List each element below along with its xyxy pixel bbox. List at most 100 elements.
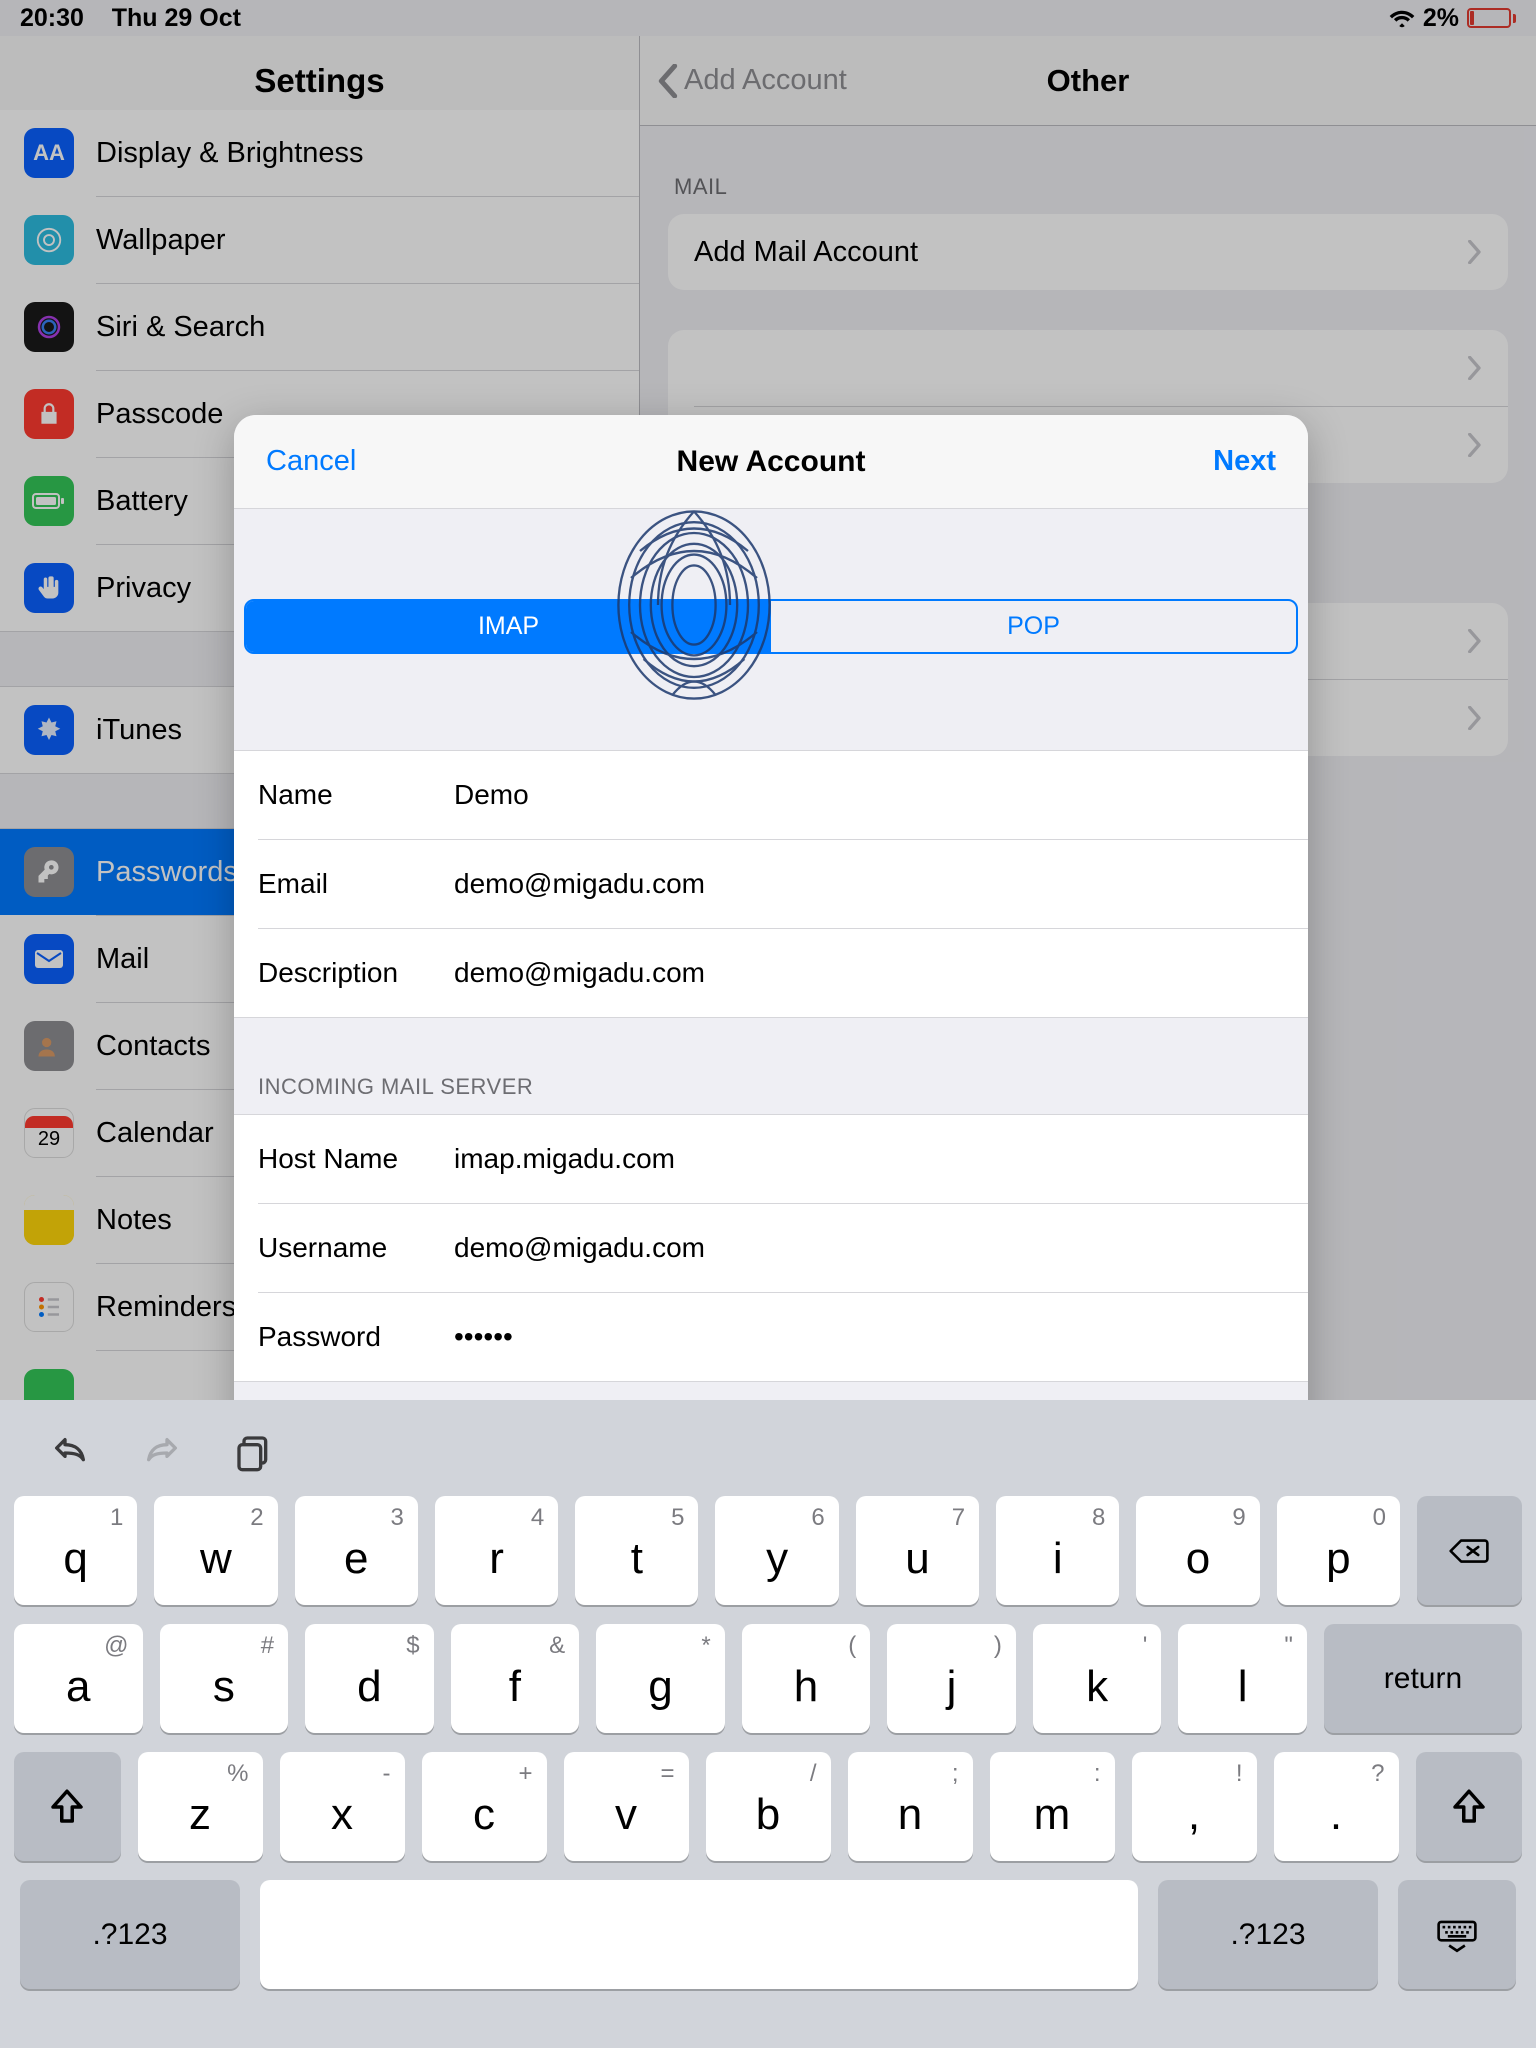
- description-label: Description: [258, 957, 454, 989]
- key-shift-left[interactable]: [14, 1752, 120, 1861]
- sidebar-item-label: Battery: [96, 487, 188, 516]
- name-value[interactable]: Demo: [454, 779, 529, 811]
- keyboard-toolbar: [0, 1418, 1536, 1488]
- host-value[interactable]: imap.migadu.com: [454, 1143, 675, 1175]
- section-header-mail: MAIL: [640, 126, 1536, 214]
- sidebar-item-label: Mail: [96, 945, 149, 974]
- key-o[interactable]: 9o: [1136, 1496, 1259, 1605]
- status-time: 20:30: [20, 4, 84, 32]
- key-b[interactable]: /b: [706, 1752, 831, 1861]
- battery-percent: 2%: [1423, 4, 1459, 33]
- key-comma[interactable]: !,: [1132, 1752, 1257, 1861]
- key-f[interactable]: &f: [451, 1624, 580, 1733]
- key-p[interactable]: 0p: [1277, 1496, 1400, 1605]
- username-row[interactable]: Username demo@migadu.com: [234, 1204, 1308, 1292]
- row-label: Add Mail Account: [694, 236, 918, 269]
- detail-header: Add Account Other: [640, 36, 1536, 126]
- settings-title: Settings: [254, 62, 384, 100]
- back-label: Add Account: [684, 64, 847, 97]
- undo-button[interactable]: [48, 1433, 92, 1473]
- email-row[interactable]: Email demo@migadu.com: [234, 840, 1308, 928]
- cancel-button[interactable]: Cancel: [266, 445, 356, 478]
- display-icon: AA: [24, 128, 74, 178]
- sidebar-item-label: Reminders: [96, 1293, 236, 1322]
- key-i[interactable]: 8i: [996, 1496, 1119, 1605]
- add-mail-account-row[interactable]: Add Mail Account: [668, 214, 1508, 290]
- key-shift-right[interactable]: [1416, 1752, 1522, 1861]
- back-button[interactable]: Add Account: [640, 64, 847, 98]
- key-u[interactable]: 7u: [856, 1496, 979, 1605]
- key-x[interactable]: -x: [280, 1752, 405, 1861]
- sidebar-item-label: Passwords: [96, 858, 238, 887]
- sidebar-item-label: Privacy: [96, 574, 191, 603]
- key-w[interactable]: 2w: [154, 1496, 277, 1605]
- key-k[interactable]: 'k: [1033, 1624, 1162, 1733]
- key-g[interactable]: *g: [596, 1624, 725, 1733]
- sidebar-item-label: Calendar: [96, 1119, 214, 1148]
- key-t[interactable]: 5t: [575, 1496, 698, 1605]
- tab-imap[interactable]: IMAP: [246, 601, 771, 652]
- sidebar-item-label: iTunes: [96, 716, 182, 745]
- wallpaper-icon: [24, 215, 74, 265]
- clipboard-button[interactable]: [232, 1433, 276, 1473]
- key-numbers-left[interactable]: .?123: [20, 1880, 240, 1989]
- key-z[interactable]: %z: [138, 1752, 263, 1861]
- host-row[interactable]: Host Name imap.migadu.com: [234, 1115, 1308, 1203]
- chevron-right-icon: [1468, 240, 1482, 264]
- key-return[interactable]: return: [1324, 1624, 1522, 1733]
- key-icon: [24, 847, 74, 897]
- name-row[interactable]: Name Demo: [234, 751, 1308, 839]
- status-bar: 20:30 Thu 29 Oct 2%: [0, 0, 1536, 36]
- description-row[interactable]: Description demo@migadu.com: [234, 929, 1308, 1017]
- key-m[interactable]: :m: [990, 1752, 1115, 1861]
- key-y[interactable]: 6y: [715, 1496, 838, 1605]
- host-label: Host Name: [258, 1143, 454, 1175]
- chevron-right-icon: [1468, 356, 1482, 380]
- key-l[interactable]: "l: [1178, 1624, 1307, 1733]
- calendar-icon: 29: [24, 1108, 74, 1158]
- incoming-header: INCOMING MAIL SERVER: [234, 1018, 1308, 1114]
- sidebar-item-siri[interactable]: Siri & Search: [0, 284, 639, 370]
- password-row[interactable]: Password ••••••: [234, 1293, 1308, 1381]
- password-label: Password: [258, 1321, 454, 1353]
- modal-header: Cancel New Account Next: [234, 415, 1308, 509]
- key-s[interactable]: #s: [160, 1624, 289, 1733]
- chevron-right-icon: [1468, 706, 1482, 730]
- key-c[interactable]: +c: [422, 1752, 547, 1861]
- key-hide-keyboard[interactable]: [1398, 1880, 1516, 1989]
- key-r[interactable]: 4r: [435, 1496, 558, 1605]
- sidebar-item-label: Wallpaper: [96, 226, 225, 255]
- sidebar-item-wallpaper[interactable]: Wallpaper: [0, 197, 639, 283]
- description-value[interactable]: demo@migadu.com: [454, 957, 705, 989]
- sidebar-item-label: Contacts: [96, 1032, 210, 1061]
- appstore-icon: [24, 705, 74, 755]
- key-h[interactable]: (h: [742, 1624, 871, 1733]
- tab-pop[interactable]: POP: [771, 601, 1296, 652]
- key-e[interactable]: 3e: [295, 1496, 418, 1605]
- redo-button[interactable]: [140, 1433, 184, 1473]
- contacts-icon: [24, 1021, 74, 1071]
- mail-icon: [24, 934, 74, 984]
- modal-title: New Account: [234, 445, 1308, 479]
- hidden-row-1[interactable]: [668, 330, 1508, 406]
- keyboard: 1q2w3e4r5t6y7u8i9o0p @a#s$d&f*g(h)j'k"lr…: [0, 1400, 1536, 2048]
- key-n[interactable]: ;n: [848, 1752, 973, 1861]
- password-value[interactable]: ••••••: [454, 1321, 513, 1353]
- username-value[interactable]: demo@migadu.com: [454, 1232, 705, 1264]
- sidebar-item-label: Display & Brightness: [96, 139, 364, 168]
- email-value[interactable]: demo@migadu.com: [454, 868, 705, 900]
- key-space[interactable]: [260, 1880, 1138, 1989]
- key-numbers-right[interactable]: .?123: [1158, 1880, 1378, 1989]
- key-v[interactable]: =v: [564, 1752, 689, 1861]
- key-period[interactable]: ?.: [1274, 1752, 1399, 1861]
- key-q[interactable]: 1q: [14, 1496, 137, 1605]
- key-d[interactable]: $d: [305, 1624, 434, 1733]
- key-a[interactable]: @a: [14, 1624, 143, 1733]
- notes-icon: [24, 1195, 74, 1245]
- sidebar-item-display[interactable]: AA Display & Brightness: [0, 110, 639, 196]
- next-button[interactable]: Next: [1213, 445, 1276, 478]
- key-backspace[interactable]: [1417, 1496, 1522, 1605]
- lock-icon: [24, 389, 74, 439]
- protocol-segmented-control[interactable]: IMAP POP: [244, 599, 1298, 654]
- key-j[interactable]: )j: [887, 1624, 1016, 1733]
